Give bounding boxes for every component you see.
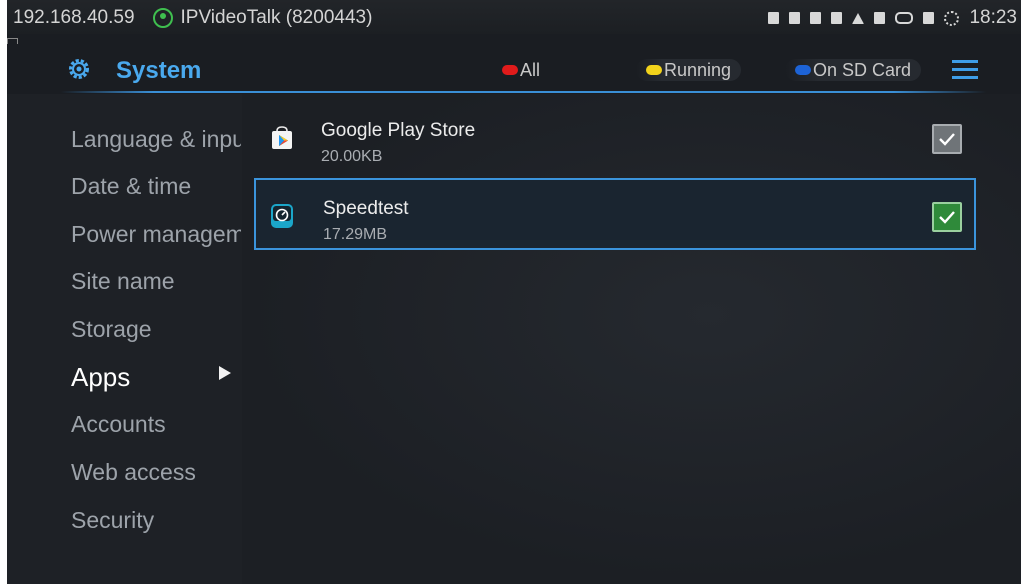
filter-all-label: All [520,59,541,80]
page-title: System [116,57,202,84]
sidebar: Language & input Date & time Power manag… [7,94,242,584]
check-icon [939,133,955,146]
sidebar-item-security[interactable]: Security [71,507,241,534]
filter-all[interactable]: All [502,59,550,81]
sidebar-item-storage[interactable]: Storage [71,316,241,343]
warning-icon [852,12,865,24]
app-window: 192.168.40.59 IPVideoTalk (8200443) 18:2… [7,0,1021,584]
gear-icon [69,59,89,79]
sidebar-item-apps[interactable]: Apps [71,362,241,393]
speedtest-icon [271,204,293,228]
apps-list: Google Play Store 20.00KB Speedtest 17.2… [242,94,1021,584]
red-dot-icon [502,65,518,75]
keyboard-icon [874,12,886,24]
filter-running[interactable]: Running [636,59,742,81]
app-size: 20.00KB [321,148,383,165]
check-icon [939,211,955,224]
sidebar-item-site-name[interactable]: Site name [71,268,241,295]
status-left: 192.168.40.59 IPVideoTalk (8200443) [13,7,372,29]
lock-icon [831,12,843,24]
sidebar-item-accounts[interactable]: Accounts [71,411,241,438]
app-name: Speedtest [323,198,409,219]
status-icons: 18:23 [768,7,1017,29]
notification-checkbox-icon [7,38,18,44]
status-bar: 192.168.40.59 IPVideoTalk (8200443) 18:2… [7,0,1021,34]
page-header: System All Running On SD Card [61,44,986,94]
camera-icon [810,12,822,24]
play-store-icon [272,126,292,149]
list-item[interactable]: Google Play Store 20.00KB [254,100,976,172]
active-arrow-icon [219,366,231,380]
sd-card-icon [923,12,935,24]
clock: 18:23 [969,7,1017,28]
blue-dot-icon [795,65,811,75]
yellow-dot-icon [646,65,662,75]
notification-overlay [7,34,207,44]
screenshot-icon [768,12,780,24]
list-item-selected[interactable]: Speedtest 17.29MB [254,178,976,250]
cloud-icon [895,12,914,24]
sidebar-item-web-access[interactable]: Web access [71,459,241,486]
sidebar-item-language[interactable]: Language & input [71,126,241,153]
app-name: Google Play Store [321,120,476,141]
sync-icon [944,10,960,26]
filter-sd-card-label: On SD Card [813,59,912,80]
app-size: 17.29MB [323,226,388,243]
filter-sd-card[interactable]: On SD Card [785,59,922,81]
sidebar-item-power[interactable]: Power management [71,221,241,248]
app-checkbox[interactable] [932,202,962,232]
app-checkbox[interactable] [932,124,962,154]
header-divider [61,91,986,93]
service-label: IPVideoTalk (8200443) [180,7,373,28]
sidebar-item-date-time[interactable]: Date & time [71,173,241,200]
calendar-icon [789,12,801,24]
filter-running-label: Running [664,59,732,80]
menu-icon[interactable] [952,60,978,80]
ip-address: 192.168.40.59 [13,7,135,28]
account-status-icon [152,8,173,28]
